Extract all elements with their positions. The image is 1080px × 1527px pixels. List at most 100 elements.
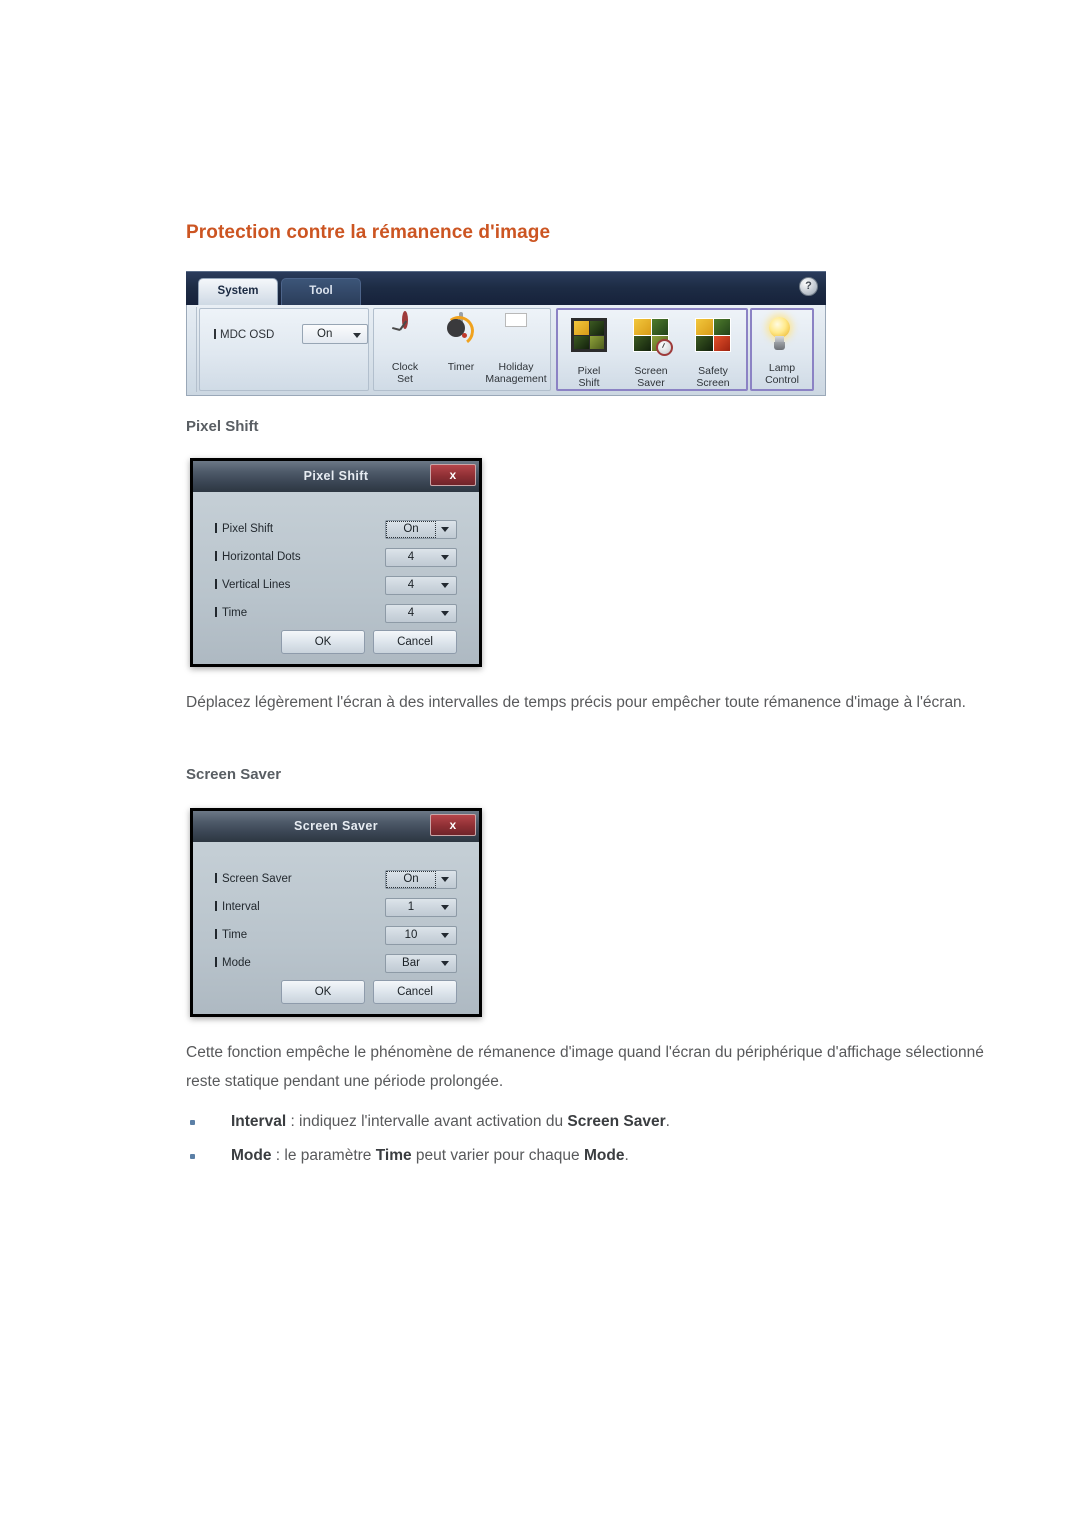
dropdown-horizontal-dots[interactable]: 4 bbox=[385, 548, 457, 567]
chevron-down-icon bbox=[441, 611, 449, 616]
close-icon[interactable]: x bbox=[430, 814, 476, 836]
dialog-row: Vertical Lines 4 bbox=[193, 576, 479, 600]
ribbon-label-line2: Saver bbox=[637, 377, 665, 389]
dialog-title-text: Pixel Shift bbox=[303, 469, 369, 483]
label-tick-icon bbox=[215, 929, 217, 939]
list-item-text: peut varier pour chaque bbox=[411, 1147, 584, 1164]
dropdown-value: Bar bbox=[402, 957, 420, 969]
dialog-body: Screen Saver On Interval 1 Time 10 Mode … bbox=[193, 842, 479, 1014]
list-item: Interval : indiquez l'intervalle avant a… bbox=[186, 1105, 1016, 1139]
chevron-down-icon bbox=[441, 933, 449, 938]
dialog-row: Pixel Shift On bbox=[193, 520, 479, 544]
clock-icon bbox=[385, 311, 425, 358]
dialog-footer: OK Cancel bbox=[193, 630, 479, 656]
label-tick-icon bbox=[215, 523, 217, 533]
ok-button[interactable]: OK bbox=[281, 630, 365, 654]
ribbon-button-lamp-control[interactable]: Lamp Control bbox=[753, 313, 811, 386]
row-label: Time bbox=[215, 929, 247, 941]
ribbon-button-screen-saver[interactable]: Screen Saver bbox=[622, 313, 680, 389]
dropdown-screen-saver[interactable]: On bbox=[385, 870, 457, 889]
section-pixel-shift-heading-wrap: Pixel Shift bbox=[186, 418, 259, 435]
ok-button[interactable]: OK bbox=[281, 980, 365, 1004]
row-label: Interval bbox=[215, 901, 260, 913]
dropdown-value: 4 bbox=[407, 579, 415, 591]
label-tick-icon bbox=[214, 329, 216, 339]
paragraph-screen-saver: Cette fonction empêche le phénomène de r… bbox=[186, 1044, 984, 1090]
dialog-pixel-shift: Pixel Shift x Pixel Shift On Horizontal … bbox=[190, 458, 482, 667]
section-heading-pixel-shift: Pixel Shift bbox=[186, 418, 259, 435]
safety-screen-icon bbox=[693, 318, 733, 362]
label-tick-icon bbox=[215, 957, 217, 967]
row-label: Mode bbox=[215, 957, 251, 969]
row-label: Vertical Lines bbox=[215, 579, 290, 591]
dialog-row: Interval 1 bbox=[193, 898, 479, 922]
ribbon-label-line1: Safety bbox=[698, 365, 728, 377]
calendar-icon bbox=[496, 313, 536, 358]
label-tick-icon bbox=[215, 579, 217, 589]
dropdown-value: On bbox=[386, 871, 436, 888]
list-item-text: : indiquez l'intervalle avant activation… bbox=[286, 1113, 568, 1130]
cancel-button[interactable]: Cancel bbox=[373, 630, 457, 654]
dialog-row: Time 10 bbox=[193, 926, 479, 950]
chevron-down-icon bbox=[441, 961, 449, 966]
ribbon-button-safety-screen[interactable]: Safety Screen bbox=[684, 313, 742, 389]
dropdown-vertical-lines[interactable]: 4 bbox=[385, 576, 457, 595]
dropdown-time[interactable]: 10 bbox=[385, 926, 457, 945]
ribbon-label-line2: Shift bbox=[578, 377, 600, 389]
ribbon-label-line1: Pixel bbox=[577, 365, 601, 377]
chevron-down-icon bbox=[441, 555, 449, 560]
chevron-down-icon bbox=[353, 333, 361, 338]
ribbon-label-line2: Screen bbox=[696, 377, 730, 389]
list-item-emphasis: Screen Saver bbox=[567, 1113, 666, 1130]
section-heading-screen-saver: Screen Saver bbox=[186, 766, 282, 783]
ribbon-label-line1: Screen bbox=[634, 365, 668, 377]
row-label: Horizontal Dots bbox=[215, 551, 301, 563]
dropdown-mode[interactable]: Bar bbox=[385, 954, 457, 973]
dropdown-time[interactable]: 4 bbox=[385, 604, 457, 623]
list-item-emphasis: Interval bbox=[231, 1113, 287, 1130]
label-tick-icon bbox=[215, 551, 217, 561]
ribbon-group-protection: Pixel Shift Screen Saver Safety Screen bbox=[556, 308, 748, 391]
dialog-row: Mode Bar bbox=[193, 954, 479, 978]
cancel-button[interactable]: Cancel bbox=[373, 980, 457, 1004]
dropdown-interval[interactable]: 1 bbox=[385, 898, 457, 917]
bullet-list: Interval : indiquez l'intervalle avant a… bbox=[186, 1105, 1016, 1173]
ribbon-group-time: Clock Set Timer Holiday Management bbox=[373, 308, 551, 391]
mdc-osd-select[interactable]: On bbox=[302, 324, 368, 344]
dropdown-pixel-shift[interactable]: On bbox=[385, 520, 457, 539]
dialog-body: Pixel Shift On Horizontal Dots 4 Vertica… bbox=[193, 492, 479, 664]
tab-tool[interactable]: Tool bbox=[281, 278, 361, 306]
dialog-row: Time 4 bbox=[193, 604, 479, 628]
ribbon-label-line1: Lamp bbox=[768, 362, 796, 374]
dropdown-value: 4 bbox=[407, 551, 415, 563]
dialog-title-bar: Screen Saver x bbox=[193, 811, 479, 842]
label-tick-icon bbox=[215, 873, 217, 883]
label-tick-icon bbox=[215, 607, 217, 617]
ribbon-label-line1: Clock bbox=[391, 361, 419, 373]
paragraph-screen-saver-wrap: Cette fonction empêche le phénomène de r… bbox=[186, 1038, 1016, 1096]
ribbon-label-line2: Management bbox=[485, 373, 547, 385]
ribbon-button-clock-set[interactable]: Clock Set bbox=[376, 311, 434, 385]
dialog-footer: OK Cancel bbox=[193, 980, 479, 1006]
mdc-osd-label: MDC OSD bbox=[214, 329, 274, 341]
ribbon-label-line1: Timer bbox=[447, 361, 475, 373]
close-icon[interactable]: x bbox=[430, 464, 476, 486]
ribbon-group-osd: MDC OSD On bbox=[199, 308, 369, 391]
row-label: Screen Saver bbox=[215, 873, 292, 885]
chevron-down-icon bbox=[441, 877, 449, 882]
paragraph-pixel-shift: Déplacez légèrement l'écran à des interv… bbox=[186, 694, 966, 711]
help-icon[interactable]: ? bbox=[799, 277, 818, 296]
dropdown-value: 1 bbox=[407, 901, 415, 913]
ribbon-button-pixel-shift[interactable]: Pixel Shift bbox=[560, 313, 618, 389]
row-label: Time bbox=[215, 607, 247, 619]
paragraph-pixel-shift-wrap: Déplacez légèrement l'écran à des interv… bbox=[186, 688, 1016, 717]
ribbon-body: MDC OSD On Clock Set Timer Holiday Manag… bbox=[186, 305, 826, 396]
pixel-shift-icon bbox=[569, 318, 609, 362]
tab-system[interactable]: System bbox=[198, 278, 278, 306]
list-item-emphasis: Time bbox=[375, 1147, 412, 1164]
ribbon-button-holiday-management[interactable]: Holiday Management bbox=[482, 312, 550, 385]
dialog-row: Screen Saver On bbox=[193, 870, 479, 894]
ribbon-group-lamp: Lamp Control bbox=[750, 308, 814, 391]
bullet-list-wrap: Interval : indiquez l'intervalle avant a… bbox=[186, 1105, 1016, 1173]
list-item-text: . bbox=[665, 1113, 670, 1130]
